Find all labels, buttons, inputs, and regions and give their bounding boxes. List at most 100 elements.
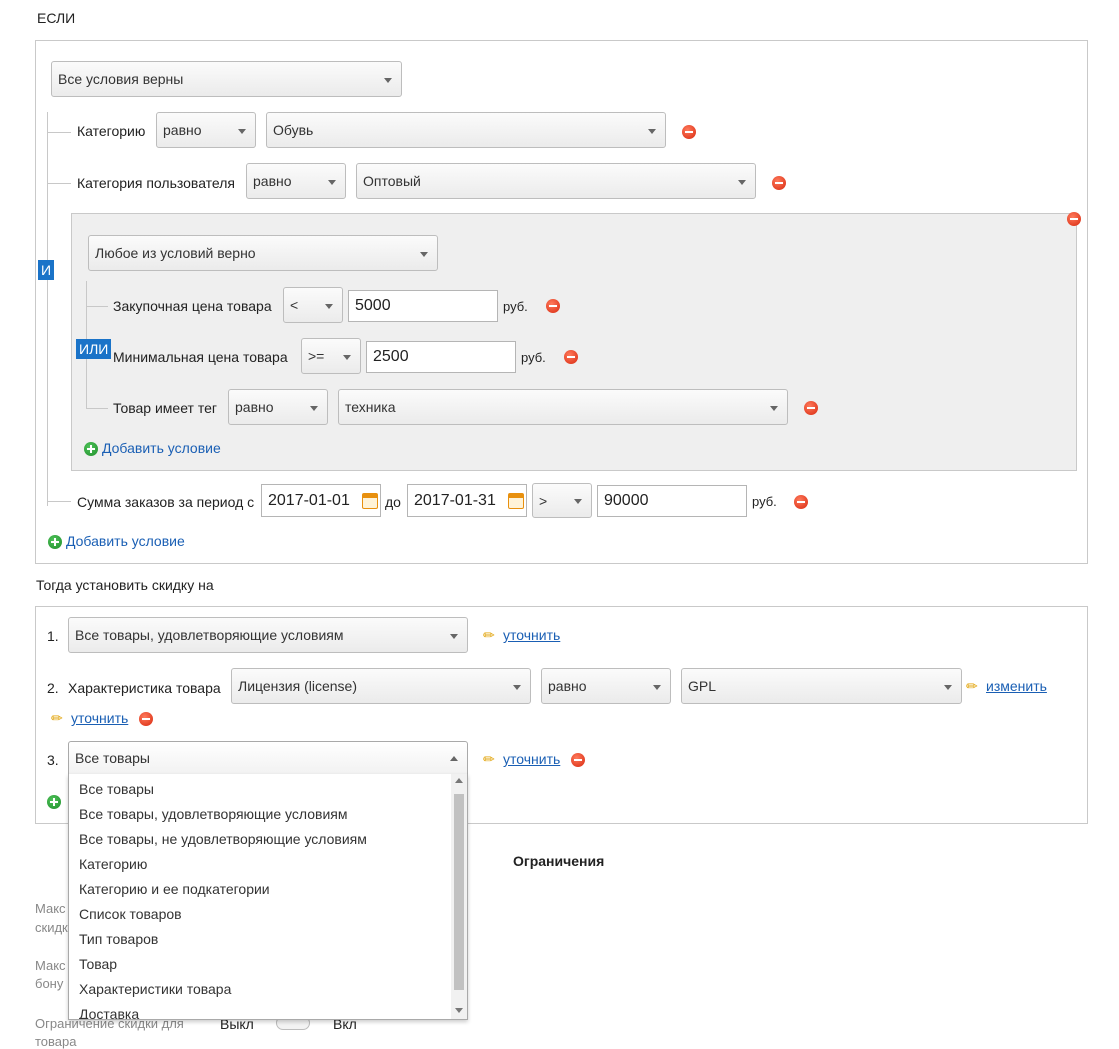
rule-target-value: Все товары — [75, 750, 150, 766]
operator-value: равно — [235, 399, 274, 415]
tag-value: техника — [345, 399, 396, 415]
tree-branch — [47, 183, 71, 184]
pencil-icon: ✏ — [483, 627, 495, 643]
chevron-down-icon — [648, 129, 656, 134]
group-operator-select[interactable]: равно — [228, 389, 328, 425]
refine-link[interactable]: уточнить — [71, 710, 128, 726]
chevron-down-icon — [325, 304, 333, 309]
category-value: Обувь — [273, 122, 314, 138]
dropdown-option[interactable]: Категорию — [69, 852, 449, 877]
or-badge: ИЛИ — [76, 339, 112, 359]
date-to-input[interactable]: 2017-01-31 — [407, 484, 527, 517]
dropdown-option[interactable]: Доставка — [69, 1002, 449, 1019]
scrollbar-thumb[interactable] — [454, 794, 464, 990]
limit-label-fragment: Макс — [35, 901, 66, 916]
dropdown-scrollbar[interactable] — [451, 774, 467, 1019]
dropdown-option[interactable]: Список товаров — [69, 902, 449, 927]
tree-branch — [47, 501, 71, 502]
add-condition-link[interactable]: Добавить условие — [66, 533, 185, 549]
remove-rule-icon[interactable] — [571, 753, 585, 767]
group-operator-select[interactable]: >= — [301, 338, 361, 374]
remove-condition-icon[interactable] — [804, 401, 818, 415]
date-to-label: до — [385, 494, 401, 510]
limit-label-fragment: скидк — [35, 920, 68, 935]
tree-branch — [47, 132, 71, 133]
minimum-price-input[interactable]: 2500 — [366, 341, 516, 373]
chevron-down-icon — [238, 129, 246, 134]
dropdown-option[interactable]: Тип товаров — [69, 927, 449, 952]
chevron-down-icon — [770, 406, 778, 411]
tree-branch — [86, 306, 108, 307]
condition-operator-select[interactable]: равно — [156, 112, 256, 148]
feature-operator-select[interactable]: равно — [541, 668, 671, 704]
tag-value-select[interactable]: техника — [338, 389, 788, 425]
operator-value: равно — [253, 173, 292, 189]
add-icon[interactable] — [47, 795, 61, 809]
operator-value: равно — [163, 122, 202, 138]
chevron-down-icon — [343, 355, 351, 360]
dropdown-option[interactable]: Все товары, удовлетворяющие условиям — [69, 802, 449, 827]
feature-value: Лицензия (license) — [238, 678, 357, 694]
change-link[interactable]: изменить — [986, 678, 1047, 694]
feature-select[interactable]: Лицензия (license) — [231, 668, 531, 704]
pencil-icon: ✏ — [483, 751, 495, 767]
sum-value-input[interactable]: 90000 — [597, 485, 747, 517]
date-from-input[interactable]: 2017-01-01 — [261, 484, 381, 517]
main-mode-select[interactable]: Все условия верны — [51, 61, 402, 97]
limit-label-fragment: бону — [35, 976, 64, 991]
rule-number: 2. — [47, 680, 59, 696]
remove-condition-icon[interactable] — [794, 495, 808, 509]
condition-value-select[interactable]: Оптовый — [356, 163, 756, 199]
condition-operator-select[interactable]: равно — [246, 163, 346, 199]
refine-link[interactable]: уточнить — [503, 751, 560, 767]
group-row-label: Закупочная цена товара — [113, 298, 272, 314]
dropdown-option[interactable]: Все товары — [69, 777, 449, 802]
sum-operator-select[interactable]: > — [532, 483, 592, 518]
currency-label: руб. — [521, 350, 546, 365]
condition-label-user-category: Категория пользователя — [77, 175, 235, 191]
scroll-up-icon[interactable] — [455, 778, 463, 783]
rule-target-select[interactable]: Все товары, удовлетворяющие условиям — [68, 617, 468, 653]
remove-rule-icon[interactable] — [139, 712, 153, 726]
currency-label: руб. — [503, 299, 528, 314]
operator-value: равно — [548, 678, 587, 694]
feature-value-select[interactable]: GPL — [681, 668, 962, 704]
chevron-down-icon — [513, 685, 521, 690]
dropdown-option[interactable]: Все товары, не удовлетворяющие условиям — [69, 827, 449, 852]
remove-group-icon[interactable] — [1067, 212, 1081, 226]
remove-condition-icon[interactable] — [564, 350, 578, 364]
and-badge: И — [38, 260, 55, 280]
calendar-icon[interactable] — [508, 493, 524, 509]
add-group-condition-link[interactable]: Добавить условие — [102, 440, 221, 456]
condition-value-select[interactable]: Обувь — [266, 112, 666, 148]
rule-target-select-open[interactable]: Все товары — [68, 741, 468, 775]
rule-number: 3. — [47, 752, 59, 768]
operator-value: >= — [308, 348, 325, 364]
add-icon[interactable] — [48, 535, 62, 549]
add-icon[interactable] — [84, 442, 98, 456]
group-mode-select[interactable]: Любое из условий верно — [88, 235, 438, 271]
operator-value: > — [539, 493, 548, 509]
remove-condition-icon[interactable] — [772, 176, 786, 190]
refine-link[interactable]: уточнить — [503, 627, 560, 643]
currency-label: руб. — [752, 494, 777, 509]
remove-condition-icon[interactable] — [682, 125, 696, 139]
scroll-down-icon[interactable] — [455, 1008, 463, 1013]
tree-branch — [86, 408, 108, 409]
pencil-icon: ✏ — [966, 678, 978, 694]
dropdown-option[interactable]: Характеристики товара — [69, 977, 449, 1002]
dropdown-option[interactable]: Категорию и ее подкатегории — [69, 877, 449, 902]
chevron-down-icon — [450, 634, 458, 639]
calendar-icon[interactable] — [362, 493, 378, 509]
chevron-down-icon — [944, 685, 952, 690]
rule-target-dropdown: Все товары Все товары, удовлетворяющие у… — [68, 774, 468, 1020]
user-category-value: Оптовый — [363, 173, 421, 189]
then-section-title: Тогда установить скидку на — [36, 577, 214, 593]
chevron-down-icon — [420, 252, 428, 257]
purchase-price-input[interactable]: 5000 — [348, 290, 498, 322]
group-operator-select[interactable]: < — [283, 287, 343, 323]
remove-condition-icon[interactable] — [546, 299, 560, 313]
dropdown-option[interactable]: Товар — [69, 952, 449, 977]
rule-number: 1. — [47, 628, 59, 644]
condition-label-category: Категорию — [77, 123, 146, 139]
